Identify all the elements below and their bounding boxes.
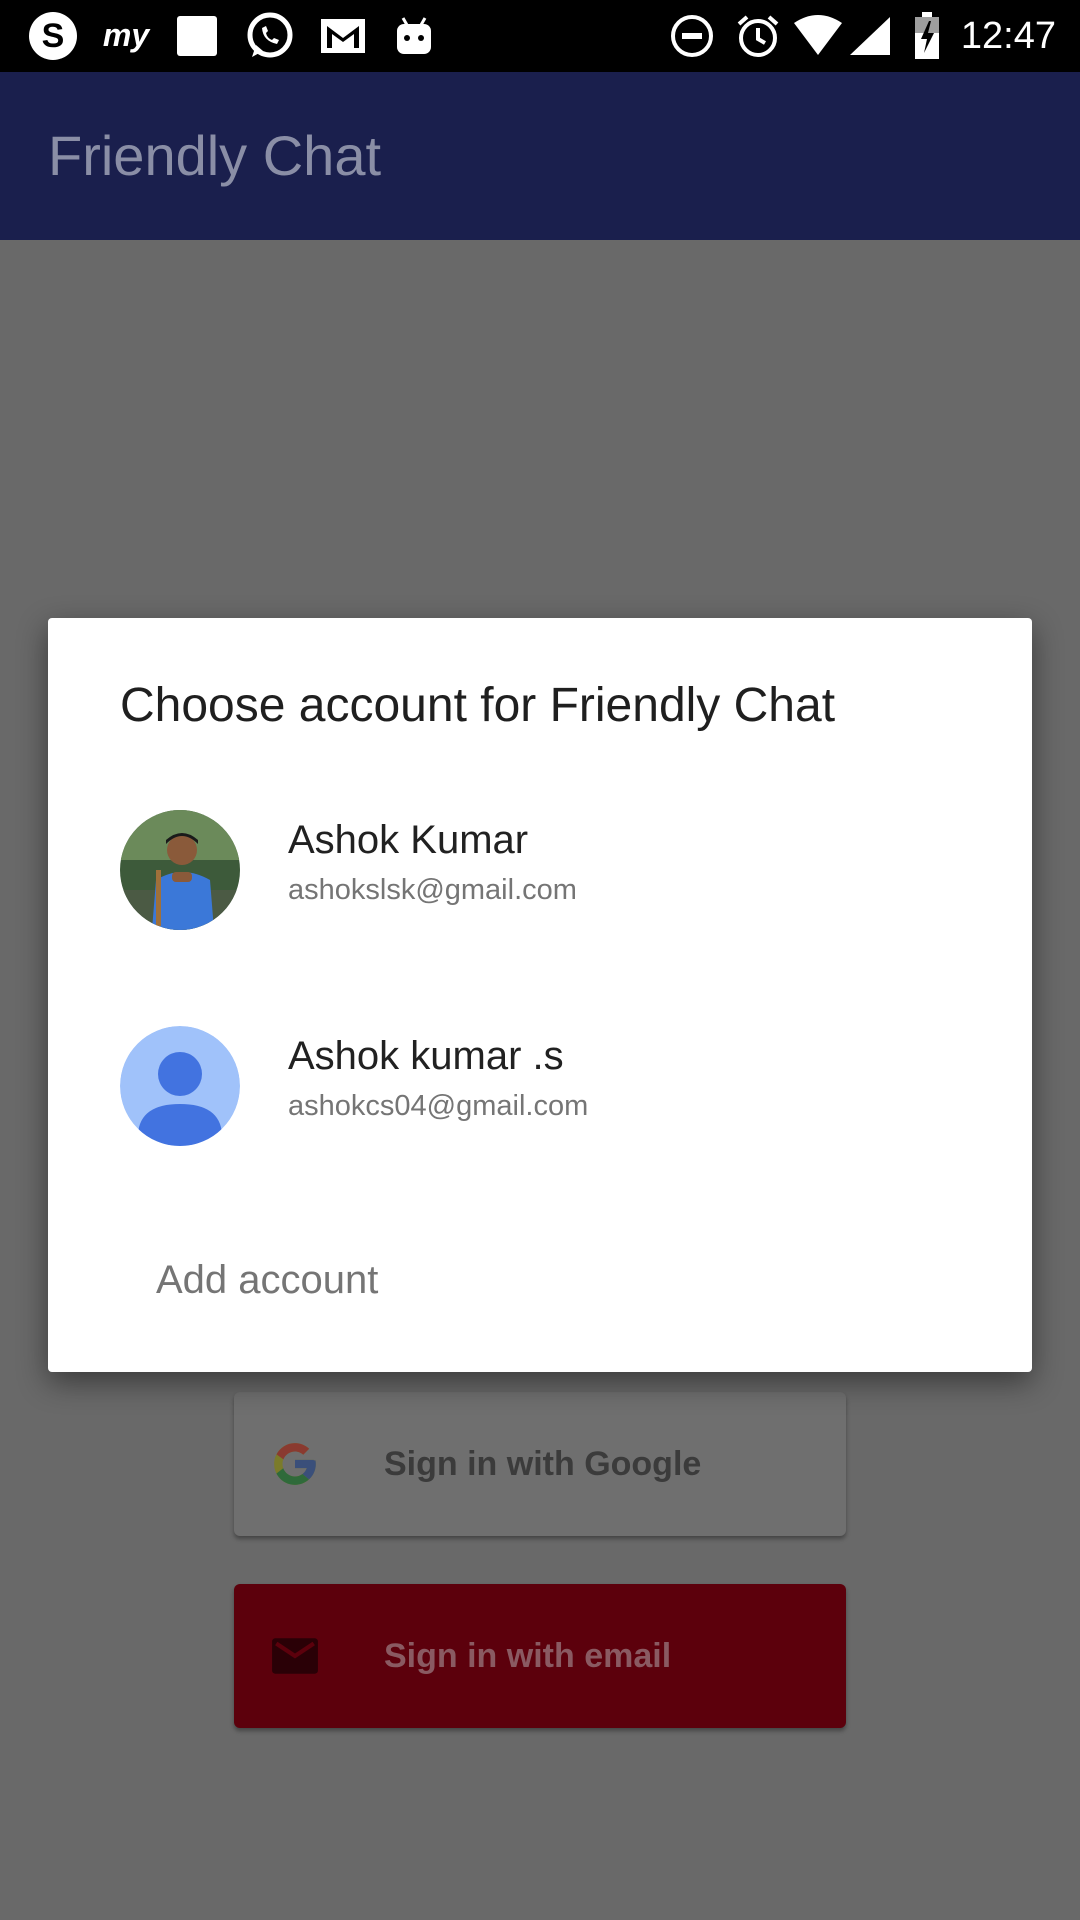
account-avatar-photo <box>120 810 240 930</box>
gmail-icon <box>318 0 368 72</box>
sign-in-google-label: Sign in with Google <box>384 1445 702 1483</box>
sign-in-email-label: Sign in with email <box>384 1637 672 1675</box>
svg-text:S: S <box>42 17 65 55</box>
do-not-disturb-icon <box>668 0 716 72</box>
battery-charging-icon <box>912 0 942 72</box>
skype-icon: S <box>26 0 80 72</box>
app-title: Friendly Chat <box>48 124 382 187</box>
sign-in-email-button: Sign in with email <box>234 1584 846 1728</box>
svg-text:my: my <box>103 17 151 53</box>
mail-icon <box>272 1638 318 1674</box>
sign-in-google-button: Sign in with Google <box>234 1392 846 1536</box>
account-name: Ashok kumar .s <box>288 1034 564 1078</box>
dialog-title: Choose account for Friendly Chat <box>120 679 836 732</box>
google-logo-icon <box>274 1443 316 1485</box>
clock: 12:47 <box>960 15 1056 57</box>
account-item[interactable]: Ashok kumar .s ashokcs04@gmail.com <box>48 1026 1032 1196</box>
status-bar: S my 12:47 <box>0 0 1080 72</box>
account-name: Ashok Kumar <box>288 818 529 862</box>
account-email: ashokcs04@gmail.com <box>288 1090 589 1122</box>
whatsapp-icon <box>244 0 296 72</box>
app-bar: Friendly Chat <box>0 72 1080 240</box>
add-account-button[interactable]: Add account <box>156 1258 378 1303</box>
cell-signal-icon <box>848 0 892 72</box>
image-icon <box>174 0 220 72</box>
account-item[interactable]: Ashok Kumar ashokslsk@gmail.com <box>48 810 1032 980</box>
wifi-icon <box>792 0 844 72</box>
default-person-avatar-icon <box>120 1026 240 1146</box>
myntra-icon: my <box>98 0 154 72</box>
android-icon <box>392 0 436 72</box>
alarm-icon <box>734 0 782 72</box>
account-email: ashokslsk@gmail.com <box>288 874 577 906</box>
account-chooser-dialog: Choose account for Friendly Chat Ashok K… <box>48 618 1032 1372</box>
